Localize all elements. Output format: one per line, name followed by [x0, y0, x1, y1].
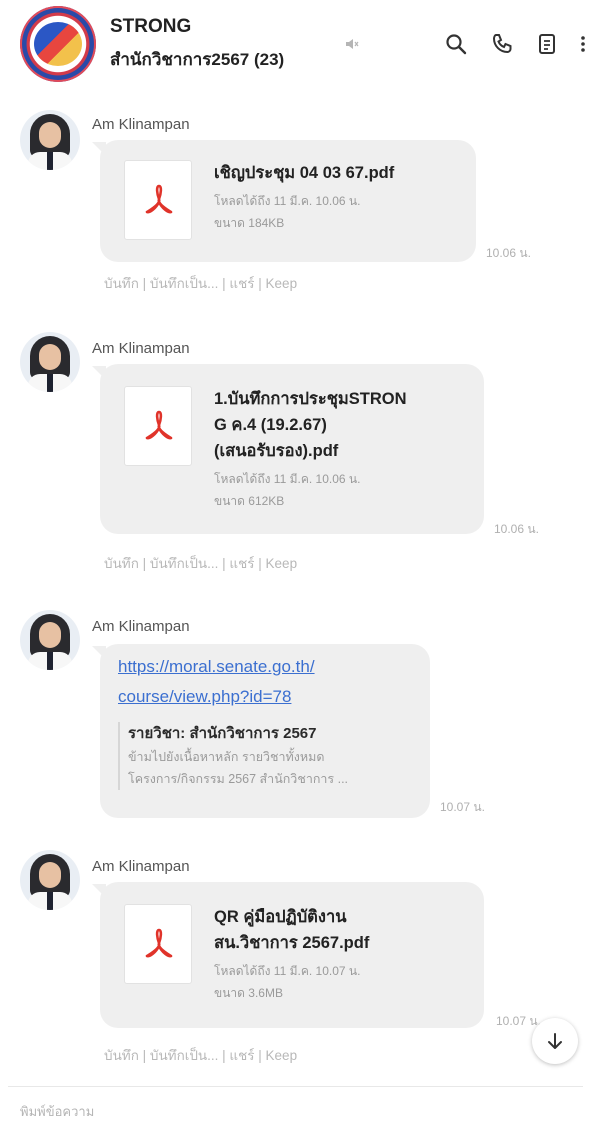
link-url-line[interactable]: https://moral.senate.go.th/ [118, 652, 315, 682]
sender-avatar[interactable] [20, 110, 80, 170]
file-name-line: (เสนอรับรอง).pdf [214, 442, 339, 460]
file-bubble[interactable]: QR คู่มือปฏิบัติงาน สน.วิชาการ 2567.pdf … [100, 882, 484, 1028]
message-item: Am Klinampan QR คู่มือปฏิบัติงาน สน.วิชา… [0, 850, 589, 1070]
message-item: Am Klinampan 1.บันทึกการประชุมSTRON G ค.… [0, 332, 589, 582]
chat-header: STRONG สำนักวิชาการ2567 (23) [0, 0, 589, 90]
file-name-line: สน.วิชาการ 2567.pdf [214, 934, 370, 952]
file-expiry: โหลดได้ถึง 11 มี.ค. 10.07 น. [214, 964, 361, 978]
file-actions[interactable]: บันทึก | บันทึกเป็น... | แชร์ | Keep [104, 552, 297, 574]
group-avatar[interactable] [20, 6, 96, 82]
link-preview-desc: โครงการ/กิจกรรม 2567 สำนักวิชาการ ... [128, 772, 349, 786]
file-size: ขนาด 3.6MB [214, 986, 283, 1000]
file-actions[interactable]: บันทึก | บันทึกเป็น... | แชร์ | Keep [104, 1044, 297, 1066]
file-expiry: โหลดได้ถึง 11 มี.ค. 10.06 น. [214, 472, 361, 486]
pdf-file-icon [124, 386, 192, 466]
sender-name: Am Klinampan [92, 340, 190, 357]
sender-avatar[interactable] [20, 332, 80, 392]
file-name-line: QR คู่มือปฏิบัติงาน [214, 908, 347, 926]
more-icon[interactable] [578, 32, 588, 56]
message-time: 10.06 น. [486, 246, 531, 260]
file-size: ขนาด 184KB [214, 216, 285, 230]
notes-icon[interactable] [535, 32, 559, 56]
message-item: Am Klinampan เชิญประชุม 04 03 67.pdf โหล… [0, 110, 589, 300]
message-time: 10.06 น. [494, 522, 539, 536]
file-expiry: โหลดได้ถึง 11 มี.ค. 10.06 น. [214, 194, 361, 208]
file-name-line: 1.บันทึกการประชุมSTRON [214, 390, 407, 408]
phone-icon[interactable] [490, 32, 514, 56]
mute-icon [344, 36, 360, 50]
message-input[interactable] [20, 1098, 520, 1124]
scroll-to-bottom-button[interactable] [532, 1018, 578, 1064]
link-bubble: https://moral.senate.go.th/ course/view.… [100, 644, 430, 818]
pdf-file-icon [124, 904, 192, 984]
message-time: 10.07 น. [496, 1014, 541, 1028]
pdf-file-icon [124, 160, 192, 240]
sender-name: Am Klinampan [92, 858, 190, 875]
search-icon[interactable] [444, 32, 468, 56]
sender-name: Am Klinampan [92, 618, 190, 635]
file-bubble[interactable]: เชิญประชุม 04 03 67.pdf โหลดได้ถึง 11 มี… [100, 140, 476, 262]
message-time: 10.07 น. [440, 800, 485, 814]
file-name-line: เชิญประชุม 04 03 67.pdf [214, 164, 395, 182]
group-title[interactable]: STRONG [110, 16, 191, 38]
sender-name: Am Klinampan [92, 116, 190, 133]
link-url-line[interactable]: course/view.php?id=78 [118, 682, 291, 712]
sender-avatar[interactable] [20, 610, 80, 670]
file-bubble[interactable]: 1.บันทึกการประชุมSTRON G ค.4 (19.2.67) (… [100, 364, 484, 534]
file-size: ขนาด 612KB [214, 494, 285, 508]
message-item: Am Klinampan https://moral.senate.go.th/… [0, 610, 589, 820]
link-preview[interactable]: รายวิชา: สำนักวิชาการ 2567 ข้ามไปยังเนื้… [118, 722, 418, 790]
sender-avatar[interactable] [20, 850, 80, 910]
group-subtitle[interactable]: สำนักวิชาการ2567 (23) [110, 46, 284, 73]
arrow-down-icon [548, 1033, 562, 1049]
file-actions[interactable]: บันทึก | บันทึกเป็น... | แชร์ | Keep [104, 272, 297, 294]
link-preview-title: รายวิชา: สำนักวิชาการ 2567 [128, 725, 317, 742]
file-name-line: G ค.4 (19.2.67) [214, 416, 327, 434]
link-preview-desc: ข้ามไปยังเนื้อหาหลัก รายวิชาทั้งหมด [128, 750, 325, 764]
composer-divider [8, 1086, 583, 1087]
